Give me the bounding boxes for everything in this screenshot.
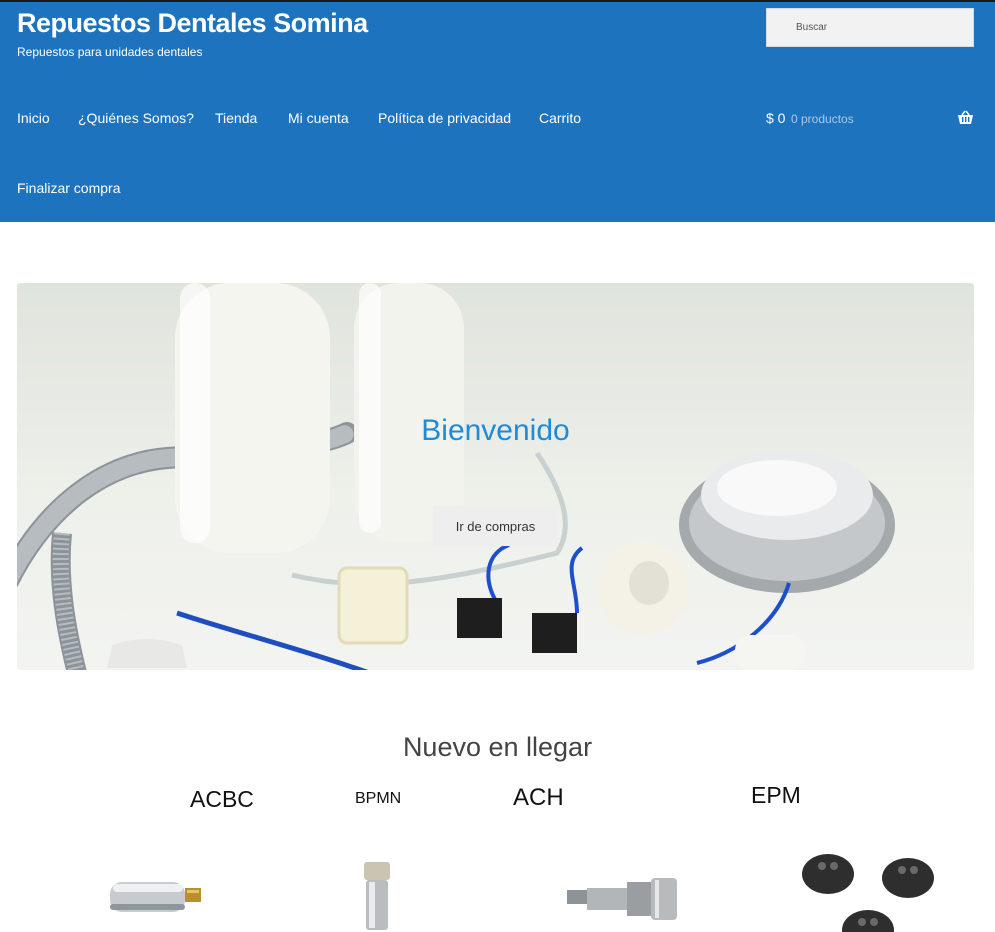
hero-background-image (17, 283, 895, 670)
cart-count[interactable]: 0 productos (791, 112, 854, 126)
basket-icon[interactable] (957, 110, 974, 126)
product-label-acbc[interactable]: ACBC (190, 786, 254, 813)
nav-item-finalizar-compra[interactable]: Finalizar compra (17, 180, 120, 196)
product-image-epm[interactable] (800, 852, 936, 932)
product-image-ach[interactable] (565, 876, 685, 922)
nav-item-politica-privacidad[interactable]: Política de privacidad (378, 110, 511, 126)
nav-item-quienes-somos[interactable]: ¿Quiénes Somos? (78, 110, 194, 126)
product-image-acbc[interactable] (105, 872, 210, 922)
product-label-bpmn[interactable]: BPMN (355, 790, 401, 808)
nav-item-inicio[interactable]: Inicio (17, 110, 50, 126)
hero-title: Bienvenido (421, 414, 570, 447)
cart-total[interactable]: $ 0 (766, 110, 785, 126)
section-title-new-arrivals: Nuevo en llegar (402, 732, 593, 762)
product-image-bpmn[interactable] (360, 860, 394, 932)
shop-now-button[interactable]: Ir de compras (433, 506, 558, 546)
site-title[interactable]: Repuestos Dentales Somina (17, 8, 368, 39)
nav-item-carrito[interactable]: Carrito (539, 110, 581, 126)
site-tagline: Repuestos para unidades dentales (17, 45, 203, 59)
product-label-epm[interactable]: EPM (751, 782, 801, 809)
search-input[interactable] (766, 8, 974, 47)
nav-item-mi-cuenta[interactable]: Mi cuenta (288, 110, 349, 126)
nav-item-tienda[interactable]: Tienda (215, 110, 257, 126)
hero-banner: Bienvenido Ir de compras (17, 283, 974, 670)
product-label-ach[interactable]: ACH (513, 784, 564, 812)
site-header: Repuestos Dentales Somina Repuestos para… (0, 0, 995, 222)
